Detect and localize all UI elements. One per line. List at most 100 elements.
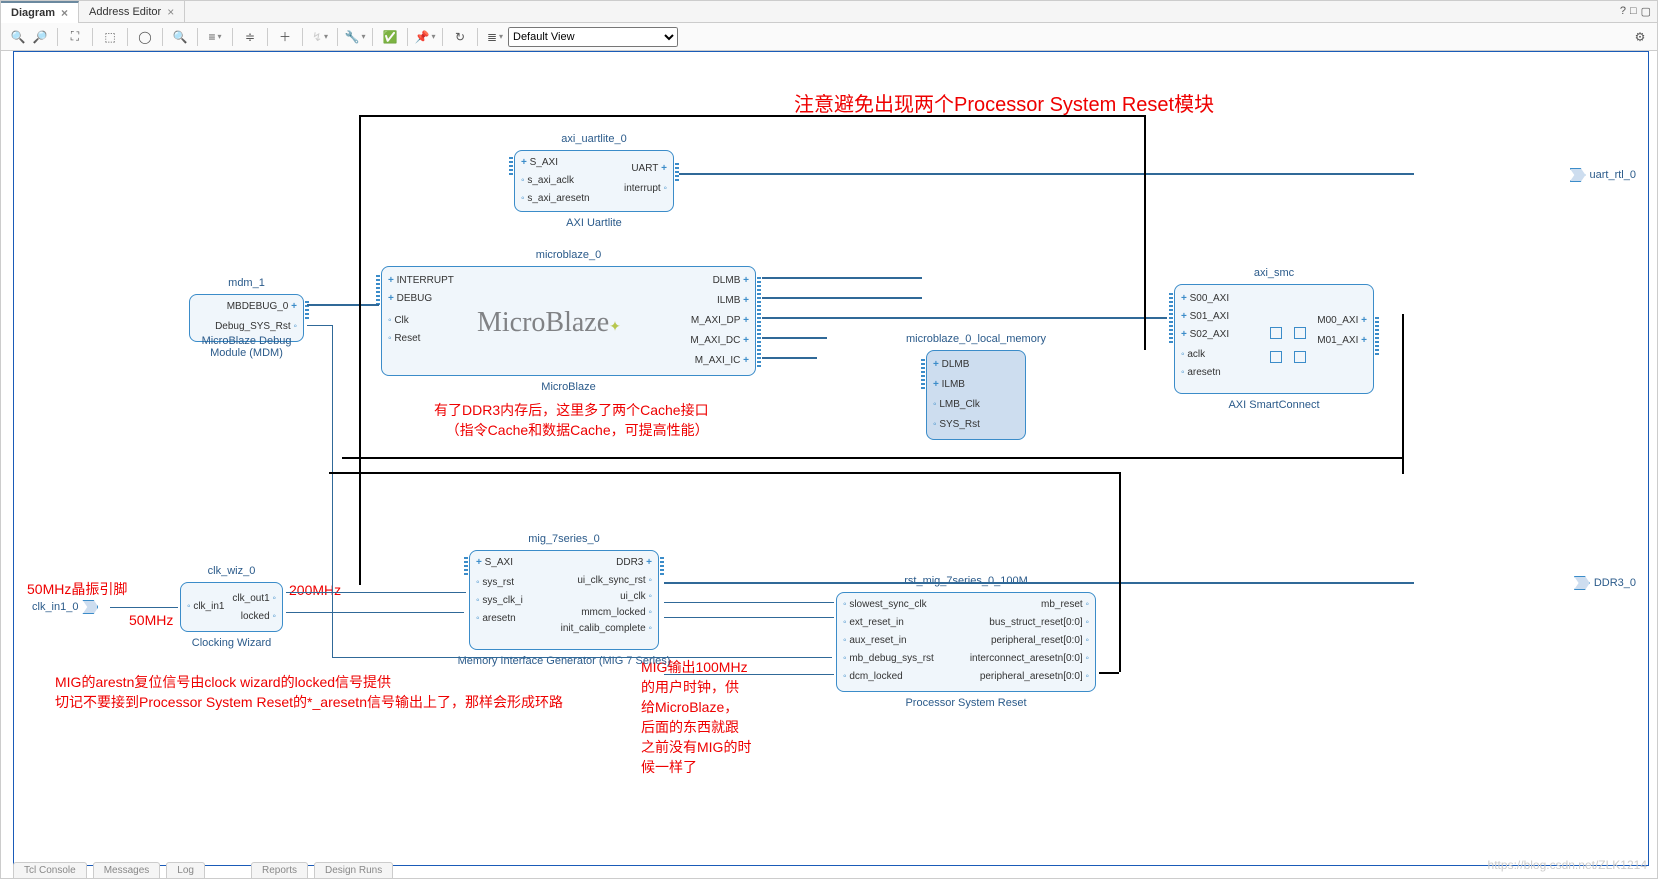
bottom-tab[interactable]: Tcl Console bbox=[13, 862, 87, 878]
wire bbox=[664, 674, 834, 675]
wrench-icon[interactable]: 🔧 bbox=[346, 28, 364, 46]
separator bbox=[267, 28, 268, 46]
wire bbox=[762, 337, 827, 339]
wire bbox=[307, 325, 332, 326]
validate-icon[interactable]: ✅ bbox=[381, 28, 399, 46]
port-arrow-icon bbox=[1574, 576, 1590, 590]
port-arrow-icon bbox=[1570, 168, 1586, 182]
wire bbox=[342, 457, 1402, 459]
port-aresetn: s_axi_aresetn bbox=[521, 193, 590, 204]
add-ip-icon[interactable]: ＋ bbox=[276, 28, 294, 46]
block-psr[interactable]: rst_mig_7series_0_100M Processor System … bbox=[836, 592, 1096, 692]
separator bbox=[162, 28, 163, 46]
zoom-area-icon[interactable]: ⬚ bbox=[101, 28, 119, 46]
port-label: DDR3_0 bbox=[1594, 577, 1636, 589]
wire bbox=[762, 357, 817, 359]
port-ddr3: DDR3 bbox=[616, 557, 652, 568]
wire bbox=[329, 472, 1119, 474]
port-s01: S01_AXI bbox=[1181, 311, 1229, 322]
wire bbox=[332, 657, 832, 658]
bottom-tab[interactable]: Reports bbox=[251, 862, 308, 878]
bus-bar bbox=[675, 163, 679, 181]
tab-address-editor[interactable]: Address Editor× bbox=[79, 1, 185, 23]
block-clk-wiz[interactable]: clk_wiz_0 Clocking Wizard clk_in1 clk_ou… bbox=[180, 582, 283, 632]
align-h-icon[interactable]: ≡ bbox=[206, 28, 224, 46]
port-debug-sys-rst: Debug_SYS_Rst bbox=[215, 321, 297, 332]
layout-dropdown-icon[interactable]: ≣ bbox=[486, 28, 504, 46]
port-periph-reset: peripheral_reset[0:0] bbox=[991, 635, 1089, 646]
regen-icon[interactable]: ↻ bbox=[451, 28, 469, 46]
align-v-icon[interactable]: ≑ bbox=[241, 28, 259, 46]
block-local-memory[interactable]: microblaze_0_local_memory DLMB ILMB LMB_… bbox=[926, 350, 1026, 440]
block-uartlite[interactable]: axi_uartlite_0 AXI Uartlite S_AXI s_axi_… bbox=[514, 150, 674, 212]
bottom-tab[interactable]: Log bbox=[166, 862, 205, 878]
block-title: mig_7series_0 bbox=[470, 533, 658, 545]
auto-conn-icon[interactable]: ↯ bbox=[311, 28, 329, 46]
separator bbox=[127, 28, 128, 46]
search-icon[interactable]: 🔍 bbox=[171, 28, 189, 46]
wire bbox=[762, 297, 922, 299]
bus-bar bbox=[757, 275, 761, 367]
bus-bar bbox=[1375, 315, 1379, 355]
port-m-axi-dc: M_AXI_DC bbox=[690, 335, 749, 346]
tab-label: Diagram bbox=[11, 2, 55, 24]
zoom-fit-icon[interactable]: ⛶ bbox=[66, 28, 84, 46]
block-title: rst_mig_7series_0_100M bbox=[837, 575, 1095, 587]
toolbar: 🔍 🔎 ⛶ ⬚ ◯ 🔍 ≡ ≑ ＋ ↯ 🔧 ✅ 📌 ↻ ≣ Default Vi… bbox=[1, 23, 1657, 51]
annotation-top: 注意避免出现两个Processor System Reset模块 bbox=[794, 88, 1214, 117]
block-title: clk_wiz_0 bbox=[181, 565, 282, 577]
microblaze-logo: MicroBlaze✦ bbox=[477, 307, 621, 339]
annotation-200mhz: 200MHz bbox=[289, 582, 341, 598]
port-interrupt: INTERRUPT bbox=[388, 275, 454, 286]
zoom-out-icon[interactable]: 🔎 bbox=[31, 28, 49, 46]
bus-bar bbox=[464, 557, 468, 575]
wire-uart-out bbox=[679, 173, 1414, 175]
view-select[interactable]: Default View bbox=[508, 27, 678, 47]
port-dlmb: DLMB bbox=[933, 359, 969, 370]
block-microblaze[interactable]: microblaze_0 MicroBlaze INTERRUPT DEBUG … bbox=[381, 266, 756, 376]
ext-port-ddr3[interactable]: DDR3_0 bbox=[1574, 576, 1636, 590]
restore-icon[interactable]: □ bbox=[1630, 5, 1637, 18]
block-mdm[interactable]: mdm_1 MicroBlaze Debug Module (MDM) MBDE… bbox=[189, 294, 304, 342]
separator bbox=[442, 28, 443, 46]
block-axi-smc[interactable]: axi_smc AXI SmartConnect S00_AXI S01_AXI… bbox=[1174, 284, 1374, 394]
wire bbox=[359, 115, 1144, 117]
gear-icon[interactable]: ⚙ bbox=[1631, 28, 1649, 46]
ext-port-clk-in[interactable]: clk_in1_0 bbox=[32, 600, 98, 614]
help-icon[interactable]: ? bbox=[1620, 5, 1626, 18]
port-interrupt: interrupt bbox=[624, 183, 667, 194]
zoom-in-icon[interactable]: 🔍 bbox=[9, 28, 27, 46]
ext-port-uart[interactable]: uart_rtl_0 bbox=[1570, 168, 1636, 182]
refresh-view-icon[interactable]: ◯ bbox=[136, 28, 154, 46]
tab-diagram[interactable]: Diagram × bbox=[1, 1, 79, 23]
bottom-tab[interactable]: Design Runs bbox=[314, 862, 393, 878]
block-title: mdm_1 bbox=[190, 277, 303, 289]
port-slowest-clk: slowest_sync_clk bbox=[843, 599, 927, 610]
annotation-clk-pin: 50MHz晶振引脚 bbox=[27, 579, 127, 599]
block-subtitle: Processor System Reset bbox=[837, 697, 1095, 709]
bus-bar bbox=[921, 359, 925, 389]
port-clk-out1: clk_out1 bbox=[232, 593, 276, 604]
annotation-50mhz-in: 50MHz bbox=[129, 612, 173, 628]
port-aclk: s_axi_aclk bbox=[521, 175, 574, 186]
bd-canvas[interactable]: 注意避免出现两个Processor System Reset模块 有了DDR3内… bbox=[13, 51, 1649, 866]
vivado-bd-window: Diagram × Address Editor× ? □ ▢ 🔍 🔎 ⛶ ⬚ ◯… bbox=[0, 0, 1658, 879]
bottom-tab[interactable]: Messages bbox=[93, 862, 161, 878]
block-title: axi_uartlite_0 bbox=[515, 133, 673, 145]
block-mig[interactable]: mig_7series_0 Memory Interface Generator… bbox=[469, 550, 659, 650]
separator bbox=[57, 28, 58, 46]
port-m01: M01_AXI bbox=[1317, 335, 1367, 346]
tab-bar: Diagram × Address Editor× ? □ ▢ bbox=[1, 1, 1657, 23]
close-icon[interactable]: × bbox=[167, 1, 174, 23]
pin-icon[interactable]: 📌 bbox=[416, 28, 434, 46]
port-dcm-locked: dcm_locked bbox=[843, 671, 903, 682]
port-reset: Reset bbox=[388, 333, 420, 344]
wire bbox=[762, 277, 922, 279]
port-clk-in1: clk_in1 bbox=[187, 601, 224, 612]
close-icon[interactable]: × bbox=[61, 2, 68, 24]
port-m00: M00_AXI bbox=[1317, 315, 1367, 326]
wire-ddr3 bbox=[664, 582, 1414, 584]
maximize-icon[interactable]: ▢ bbox=[1641, 5, 1651, 18]
port-mbdebug: MBDEBUG_0 bbox=[227, 301, 297, 312]
port-sys-rst: SYS_Rst bbox=[933, 419, 980, 430]
